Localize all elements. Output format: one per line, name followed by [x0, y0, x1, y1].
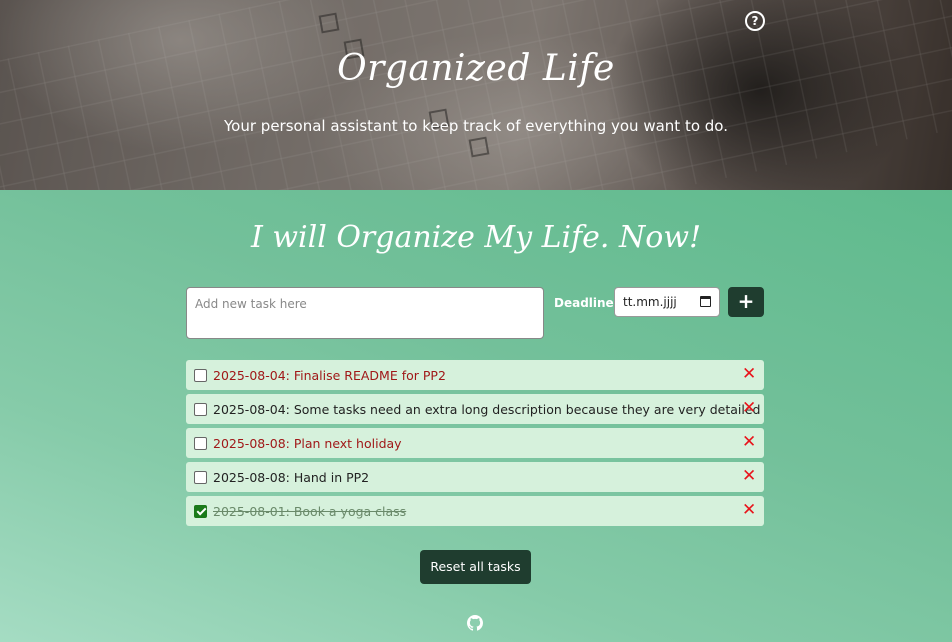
site-title: Organized Life	[337, 48, 615, 89]
calendar-icon[interactable]	[700, 296, 711, 307]
reset-tasks-button[interactable]: Reset all tasks	[420, 550, 531, 584]
delete-x-icon[interactable]: ✕	[742, 400, 756, 417]
github-icon[interactable]	[467, 615, 483, 631]
task-text: 2025-08-04: Finalise README for PP2	[213, 367, 446, 383]
task-text: 2025-08-08: Hand in PP2	[213, 469, 370, 485]
deadline-label: Deadline:	[554, 296, 619, 310]
task-item: 2025-08-04: Some tasks need an extra lon…	[186, 394, 764, 424]
site-subtitle: Your personal assistant to keep track of…	[224, 117, 728, 135]
deadline-date-input[interactable]: tt.mm.jjjj	[614, 287, 720, 317]
hero-header: ? Organized Life Your personal assistant…	[0, 0, 952, 190]
task-text: 2025-08-04: Some tasks need an extra lon…	[213, 401, 761, 417]
task-list: 2025-08-04: Finalise README for PP2 ✕ 20…	[186, 360, 764, 530]
delete-x-icon[interactable]: ✕	[742, 434, 756, 451]
delete-x-icon[interactable]: ✕	[742, 468, 756, 485]
new-task-input[interactable]: Add new task here	[186, 287, 544, 339]
task-item: 2025-08-08: Hand in PP2 ✕	[186, 462, 764, 492]
page-title: I will Organize My Life. Now!	[250, 220, 702, 255]
delete-x-icon[interactable]: ✕	[742, 502, 756, 519]
task-item: 2025-08-01: Book a yoga class ✕	[186, 496, 764, 526]
task-checkbox[interactable]	[194, 402, 207, 416]
hero-overlay	[0, 0, 952, 190]
task-checkbox[interactable]	[194, 368, 207, 382]
date-placeholder: tt.mm.jjjj	[623, 295, 677, 309]
task-item: 2025-08-04: Finalise README for PP2 ✕	[186, 360, 764, 390]
question-circle-icon[interactable]: ?	[745, 11, 765, 31]
task-text: 2025-08-01: Book a yoga class	[213, 503, 407, 519]
delete-x-icon[interactable]: ✕	[742, 366, 756, 383]
add-task-button[interactable]: +	[728, 287, 764, 317]
task-text: 2025-08-08: Plan next holiday	[213, 435, 402, 451]
main-section: I will Organize My Life. Now! Add new ta…	[0, 190, 952, 642]
task-checkbox[interactable]	[194, 470, 207, 484]
task-checkbox[interactable]	[194, 436, 207, 450]
task-checkbox-checked[interactable]	[194, 504, 207, 518]
task-item: 2025-08-08: Plan next holiday ✕	[186, 428, 764, 458]
